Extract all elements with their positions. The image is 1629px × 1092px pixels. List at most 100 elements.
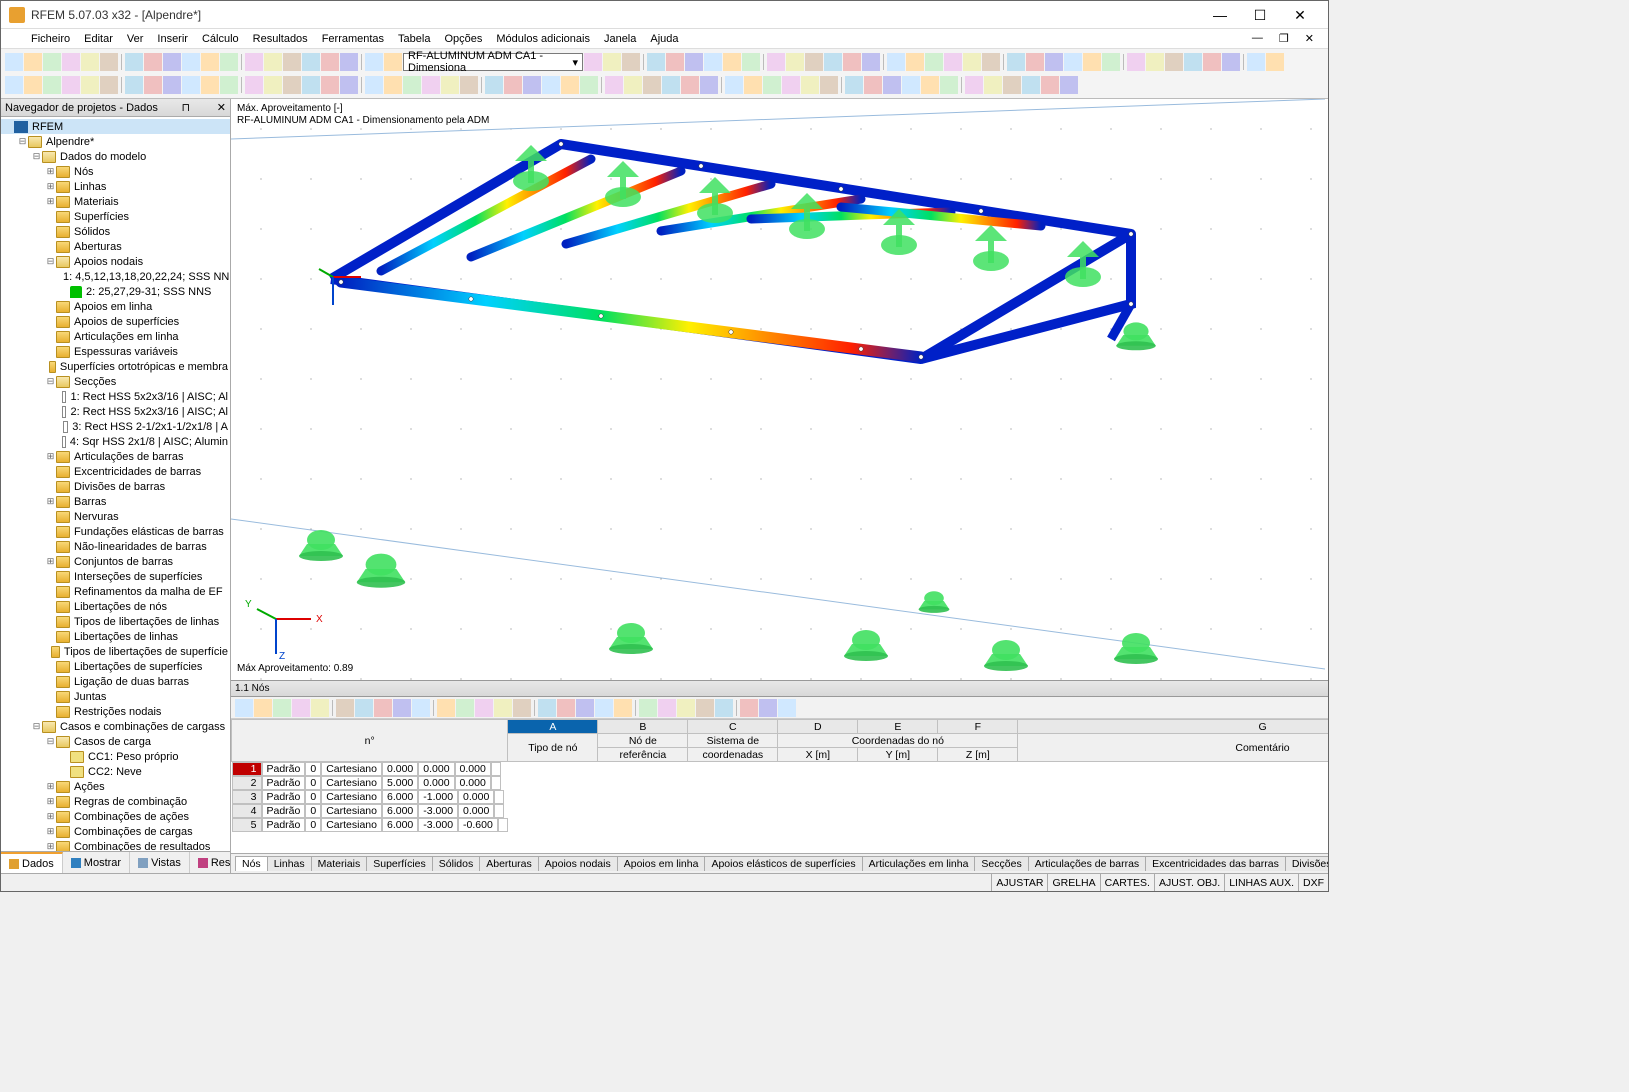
toolbar-button[interactable] xyxy=(643,76,661,94)
toolbar-button[interactable] xyxy=(921,76,939,94)
menu-options[interactable]: Opções xyxy=(438,31,488,47)
table-toolbar-button[interactable] xyxy=(614,699,632,717)
toolbar-button[interactable] xyxy=(666,53,684,71)
tree-item[interactable]: Articulações em linha xyxy=(1,329,230,344)
table-toolbar-button[interactable] xyxy=(595,699,613,717)
toolbar-button[interactable] xyxy=(984,76,1002,94)
toolbar-button[interactable] xyxy=(561,76,579,94)
toolbar-button[interactable] xyxy=(982,53,1000,71)
tree-item[interactable]: CC1: Peso próprio xyxy=(1,749,230,764)
tree-item[interactable]: 2: Rect HSS 5x2x3/16 | AISC; Al xyxy=(1,404,230,419)
table-toolbar-button[interactable] xyxy=(475,699,493,717)
table-toolbar-button[interactable] xyxy=(393,699,411,717)
toolbar-button[interactable] xyxy=(584,53,602,71)
toolbar-button[interactable] xyxy=(845,76,863,94)
toolbar-button[interactable] xyxy=(81,76,99,94)
tree-item[interactable]: Refinamentos da malha de EF xyxy=(1,584,230,599)
toolbar-button[interactable] xyxy=(43,76,61,94)
toolbar-button[interactable] xyxy=(685,53,703,71)
tree-item[interactable]: 2: 25,27,29-31; SSS NNS xyxy=(1,284,230,299)
tree-item[interactable]: Libertações de superfícies xyxy=(1,659,230,674)
table-toolbar-button[interactable] xyxy=(273,699,291,717)
toolbar-button[interactable] xyxy=(1184,53,1202,71)
toolbar-button[interactable] xyxy=(965,76,983,94)
toolbar-button[interactable] xyxy=(144,53,162,71)
tree-item[interactable]: 1: 4,5,12,13,18,20,22,24; SSS NN xyxy=(1,269,230,284)
menu-tools[interactable]: Ferramentas xyxy=(316,31,390,47)
toolbar-button[interactable] xyxy=(245,53,263,71)
toolbar-button[interactable] xyxy=(384,76,402,94)
toolbar-button[interactable] xyxy=(542,76,560,94)
table-toolbar-button[interactable] xyxy=(639,699,657,717)
table-toolbar-button[interactable] xyxy=(759,699,777,717)
table-toolbar-button[interactable] xyxy=(538,699,556,717)
toolbar-button[interactable] xyxy=(700,76,718,94)
table-tab[interactable]: Linhas xyxy=(267,856,312,871)
tree-item[interactable]: Excentricidades de barras xyxy=(1,464,230,479)
toolbar-button[interactable] xyxy=(201,76,219,94)
status-cell[interactable]: AJUST. OBJ. xyxy=(1154,874,1224,891)
menu-file[interactable]: Ficheiro xyxy=(25,31,76,47)
tree-item[interactable]: Libertações de linhas xyxy=(1,629,230,644)
toolbar-button[interactable] xyxy=(681,76,699,94)
toolbar-button[interactable] xyxy=(302,76,320,94)
table-toolbar-button[interactable] xyxy=(355,699,373,717)
tree-item[interactable]: Tipos de libertações de linhas xyxy=(1,614,230,629)
toolbar-button[interactable] xyxy=(460,76,478,94)
tree-item[interactable]: Tipos de libertações de superfície xyxy=(1,644,230,659)
tree-item[interactable]: ⊟Apoios nodais xyxy=(1,254,230,269)
table-tab[interactable]: Apoios em linha xyxy=(617,856,706,871)
toolbar-button[interactable] xyxy=(605,76,623,94)
tree-item[interactable]: ⊟Casos e combinações de cargass xyxy=(1,719,230,734)
toolbar-button[interactable] xyxy=(245,76,263,94)
table-tab[interactable]: Materiais xyxy=(311,856,368,871)
status-cell[interactable]: CARTES. xyxy=(1100,874,1154,891)
toolbar-button[interactable] xyxy=(43,53,61,71)
toolbar-button[interactable] xyxy=(864,76,882,94)
table-tab[interactable]: Articulações de barras xyxy=(1028,856,1146,871)
toolbar-button[interactable] xyxy=(100,76,118,94)
toolbar-button[interactable] xyxy=(704,53,722,71)
toolbar-button[interactable] xyxy=(1064,53,1082,71)
table-toolbar-button[interactable] xyxy=(677,699,695,717)
toolbar-button[interactable] xyxy=(201,53,219,71)
status-cell[interactable]: GRELHA xyxy=(1047,874,1099,891)
toolbar-button[interactable] xyxy=(182,76,200,94)
menu-insert[interactable]: Inserir xyxy=(151,31,194,47)
toolbar-button[interactable] xyxy=(622,53,640,71)
tree-item[interactable]: ⊟Casos de carga xyxy=(1,734,230,749)
toolbar-button[interactable] xyxy=(220,76,238,94)
table-toolbar-button[interactable] xyxy=(778,699,796,717)
tree-item[interactable]: ⊞Regras de combinação xyxy=(1,794,230,809)
toolbar-button[interactable] xyxy=(220,53,238,71)
mdi-minimize[interactable]: — xyxy=(1246,30,1269,47)
toolbar-button[interactable] xyxy=(384,53,402,71)
tree-item[interactable]: Apoios em linha xyxy=(1,299,230,314)
tree-item[interactable]: 1: Rect HSS 5x2x3/16 | AISC; Al xyxy=(1,389,230,404)
minimize-button[interactable]: — xyxy=(1200,2,1240,28)
table-toolbar-button[interactable] xyxy=(557,699,575,717)
tree-item[interactable]: Superfícies xyxy=(1,209,230,224)
toolbar-button[interactable] xyxy=(1026,53,1044,71)
tree-item[interactable]: Nervuras xyxy=(1,509,230,524)
table-tab[interactable]: Excentricidades das barras xyxy=(1145,856,1286,871)
toolbar-button[interactable] xyxy=(940,76,958,94)
tree-item[interactable]: Espessuras variáveis xyxy=(1,344,230,359)
toolbar-button[interactable] xyxy=(1247,53,1265,71)
toolbar-button[interactable] xyxy=(906,53,924,71)
toolbar-button[interactable] xyxy=(24,76,42,94)
table-toolbar-button[interactable] xyxy=(740,699,758,717)
navigator-close-icon[interactable]: ✕ xyxy=(217,101,226,114)
toolbar-button[interactable] xyxy=(1203,53,1221,71)
tree-item[interactable]: ⊞Articulações de barras xyxy=(1,449,230,464)
toolbar-button[interactable] xyxy=(1041,76,1059,94)
viewport[interactable]: Máx. Aproveitamento [-] RF-ALUMINUM ADM … xyxy=(231,99,1328,681)
toolbar-button[interactable] xyxy=(723,53,741,71)
toolbar-button[interactable] xyxy=(1266,53,1284,71)
tree-item[interactable]: Juntas xyxy=(1,689,230,704)
table-toolbar-button[interactable] xyxy=(513,699,531,717)
toolbar-button[interactable] xyxy=(742,53,760,71)
toolbar-button[interactable] xyxy=(805,53,823,71)
tree-item[interactable]: ⊞Linhas xyxy=(1,179,230,194)
toolbar-button[interactable] xyxy=(340,53,358,71)
